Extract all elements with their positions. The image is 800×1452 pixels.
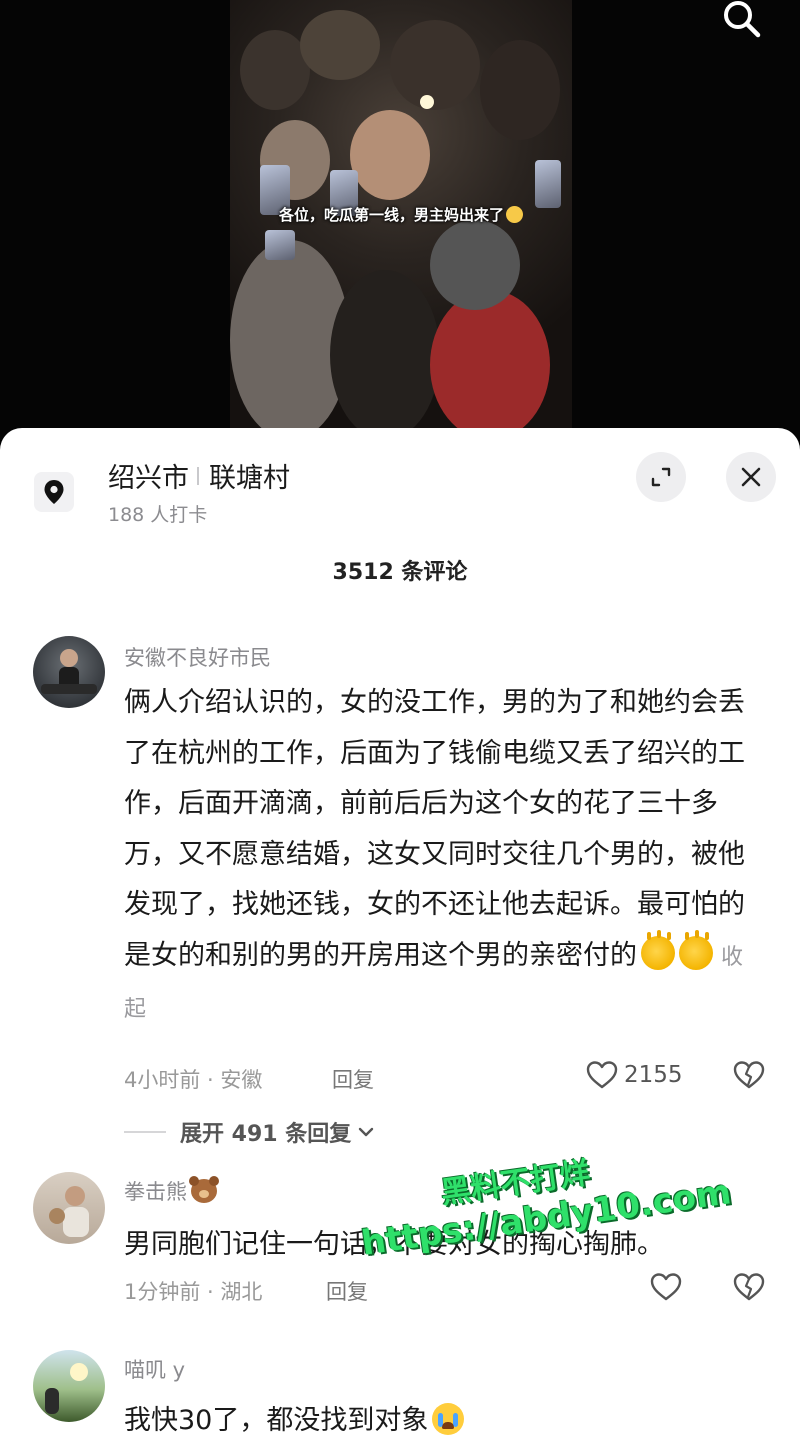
- comment-username[interactable]: 喵叽 y: [124, 1354, 185, 1384]
- location-village: 联塘村: [209, 463, 290, 494]
- grin-emoji-icon: [506, 206, 523, 223]
- location-city: 绍兴市: [108, 463, 189, 494]
- search-icon: [724, 1, 761, 38]
- comment-username[interactable]: 拳击熊: [124, 1176, 217, 1206]
- video-caption-text: 各位，吃瓜第一线，男主妈出来了: [278, 206, 504, 224]
- close-icon: [741, 467, 761, 487]
- bear-emoji-icon: [189, 1176, 217, 1203]
- crowd-figure: [430, 290, 550, 440]
- heart-icon: [650, 1273, 682, 1301]
- avatar[interactable]: [33, 1172, 105, 1244]
- location-separator: [197, 466, 199, 485]
- comment-item: 安徽不良好市民 俩人介绍认识的，女的没工作，男的为了和她约会丢了在杭州的工作，后…: [0, 636, 800, 1147]
- comment-meta: 4小时前 · 安徽: [124, 1068, 263, 1092]
- comment-username-text: 拳击熊: [124, 1180, 187, 1204]
- comment-text: 我快30了，都没找到对象: [124, 1396, 764, 1447]
- phone-screen: [265, 230, 295, 260]
- like-button[interactable]: [650, 1272, 682, 1302]
- expand-replies-label: 展开 491 条回复: [180, 1122, 352, 1147]
- dislike-button[interactable]: [732, 1060, 766, 1094]
- comments-sheet: 绍兴市 联塘村 188 人打卡 3512 条评论 安徽不良好市民 俩人介绍认识的…: [0, 428, 800, 1452]
- crowd-face: [350, 110, 430, 200]
- clap-emoji-icon: [641, 931, 675, 970]
- comment-count: 3512 条评论: [332, 560, 468, 585]
- expand-icon: [651, 467, 671, 487]
- crowd-figure: [300, 10, 380, 80]
- video-frame: 各位，吃瓜第一线，男主妈出来了: [230, 0, 572, 440]
- crowd-figure: [330, 270, 440, 440]
- dislike-button[interactable]: [732, 1272, 766, 1306]
- broken-heart-icon: [733, 1061, 765, 1089]
- heart-icon: [586, 1061, 618, 1089]
- comment-item: 喵叽 y 我快30了，都没找到对象: [0, 1350, 800, 1452]
- avatar[interactable]: [33, 1350, 105, 1422]
- comment-body: 俩人介绍认识的，女的没工作，男的为了和她约会丢了在杭州的工作，后面为了钱偷电缆又…: [124, 687, 745, 971]
- phone-screen: [535, 160, 561, 208]
- avatar[interactable]: [33, 636, 105, 708]
- expand-replies-button[interactable]: 展开 491 条回复: [124, 1116, 375, 1148]
- location-title[interactable]: 绍兴市 联塘村: [108, 456, 290, 495]
- crowd-figure: [480, 40, 560, 140]
- expand-divider: [124, 1131, 166, 1133]
- phone-flash: [420, 95, 434, 109]
- close-button[interactable]: [726, 452, 776, 502]
- comment-text: 俩人介绍认识的，女的没工作，男的为了和她约会丢了在杭州的工作，后面为了钱偷电缆又…: [124, 678, 764, 1036]
- search-button[interactable]: [718, 0, 766, 40]
- crying-emoji-icon: [432, 1403, 465, 1435]
- video-player[interactable]: 各位，吃瓜第一线，男主妈出来了: [0, 0, 800, 440]
- checkin-count: 188 人打卡: [108, 504, 208, 526]
- broken-heart-icon: [733, 1273, 765, 1301]
- crowd-figure: [430, 220, 520, 310]
- like-count: 2155: [624, 1062, 683, 1088]
- comment-meta: 1分钟前 · 湖北: [124, 1280, 263, 1304]
- clap-emoji-icon: [679, 931, 713, 970]
- chevron-down-icon: [359, 1127, 374, 1137]
- reply-button[interactable]: 回复: [332, 1064, 374, 1094]
- like-button[interactable]: 2155: [586, 1060, 683, 1090]
- reply-button[interactable]: 回复: [326, 1276, 368, 1306]
- crowd-figure: [390, 20, 480, 110]
- location-pin-icon: [34, 472, 74, 512]
- expand-button[interactable]: [636, 452, 686, 502]
- video-caption: 各位，吃瓜第一线，男主妈出来了: [230, 204, 572, 225]
- comment-body: 我快30了，都没找到对象: [124, 1405, 429, 1436]
- comment-username[interactable]: 安徽不良好市民: [124, 642, 271, 672]
